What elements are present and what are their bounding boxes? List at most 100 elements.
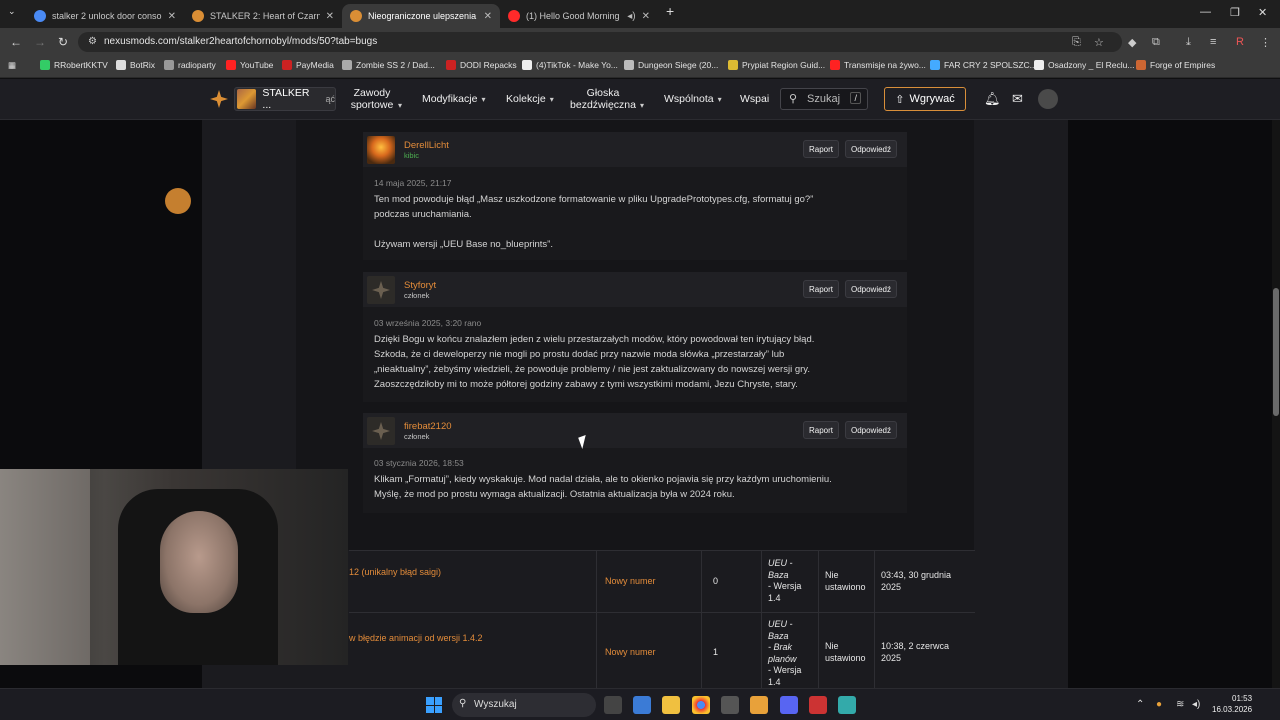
game-selector[interactable]: STALKER ... ąć (234, 87, 336, 111)
comment-header: Styforyt członek Raport Odpowiedź (363, 272, 907, 307)
nexus-logo-icon[interactable] (210, 90, 228, 108)
bookmark-item[interactable]: BotRix (116, 60, 155, 70)
apps-icon[interactable]: ▦ (8, 60, 16, 71)
bookmark-item[interactable]: (4)TikTok - Make Yo... (522, 60, 618, 70)
comment-author[interactable]: firebat2120 (404, 421, 452, 432)
reply-button[interactable]: Odpowiedź (845, 140, 897, 158)
scrollbar-thumb[interactable] (1273, 288, 1279, 416)
browser-tab-3[interactable]: Nieograniczone ulepszenia sprz ✕ (342, 4, 500, 28)
wifi-icon[interactable]: ≋ (1176, 699, 1184, 710)
browser-tab-4[interactable]: (1) Hello Good Morning (Re ◂) ✕ (500, 4, 658, 28)
url-bar[interactable]: ⚙ nexusmods.com/stalker2heartofchornobyl… (78, 32, 1122, 52)
bookmark-item[interactable]: Dungeon Siege (20... (624, 60, 718, 70)
profile-icon[interactable]: R (1236, 36, 1244, 48)
discord-icon[interactable] (780, 696, 798, 714)
bookmark-item[interactable]: DODI Repacks (446, 60, 517, 70)
comment-role: członek (404, 291, 430, 300)
reload-icon[interactable]: ↻ (58, 35, 68, 49)
nav-media[interactable]: Głoska bezdźwięczna ▾ (570, 87, 644, 112)
reply-button[interactable]: Odpowiedź (845, 280, 897, 298)
bell-icon[interactable]: 🔔︎ (984, 91, 1001, 107)
site-search[interactable]: ⚲ Szukaj / (780, 88, 868, 110)
bookmark-item[interactable]: FAR CRY 2 SPOLSZC... (930, 60, 1037, 70)
close-tab-icon[interactable]: ✕ (642, 11, 650, 22)
translate-icon[interactable]: ⎘ (1072, 36, 1081, 49)
media-icon[interactable]: ≡ (1210, 36, 1216, 48)
report-button[interactable]: Raport (803, 280, 839, 298)
search-icon: ⚲ (459, 698, 467, 709)
system-clock[interactable]: 01:53 16.03.2026 (1212, 693, 1252, 715)
audio-icon[interactable]: ◂) (627, 11, 635, 22)
new-tab-icon[interactable]: + (666, 3, 674, 19)
widgets-icon[interactable] (633, 696, 651, 714)
extension-icon[interactable]: ◆ (1128, 36, 1136, 49)
chrome-icon[interactable] (692, 696, 710, 714)
chevron-down-icon: ▾ (398, 101, 403, 110)
forward-icon[interactable]: → (34, 35, 46, 49)
task-view-icon[interactable] (604, 696, 622, 714)
nav-support[interactable]: Wspai (740, 93, 769, 105)
windows-start-icon[interactable] (426, 697, 442, 713)
volume-icon[interactable]: ◂) (1192, 699, 1200, 710)
app-icon[interactable] (838, 696, 856, 714)
bug-priority: Nie ustawiono (825, 641, 866, 663)
tray-overflow-icon[interactable]: ⌃ (1136, 699, 1144, 710)
back-icon[interactable]: ← (10, 35, 22, 49)
bookmark-item[interactable]: Zombie SS 2 / Dad... (342, 60, 435, 70)
restore-icon[interactable]: ❐ (1230, 6, 1240, 19)
browser-tab-1[interactable]: stalker 2 unlock door console c ✕ (26, 4, 184, 28)
bug-title-link[interactable]: w błędzie animacji od wersji 1.4.2 (349, 633, 483, 645)
reply-button[interactable]: Odpowiedź (845, 421, 897, 439)
tab-search-icon[interactable]: ⌄ (8, 6, 16, 17)
avatar[interactable] (367, 417, 395, 445)
download-icon[interactable]: ⤓ (1186, 36, 1191, 49)
comment-date: 03 września 2025, 3:20 rano (374, 318, 482, 328)
steam-icon[interactable] (721, 696, 739, 714)
upload-button[interactable]: ⇧ Wgrywać (884, 87, 966, 111)
mail-icon[interactable]: ✉ (1012, 91, 1023, 107)
report-button[interactable]: Raport (803, 140, 839, 158)
nav-sports[interactable]: Zawody sportowe ▾ (350, 87, 402, 112)
bookmark-item[interactable]: Prypiat Region Guid... (728, 60, 825, 70)
chevron-down-icon: ▾ (640, 101, 645, 110)
puzzle-icon[interactable]: ⧉ (1152, 36, 1160, 49)
taskbar-search[interactable]: ⚲ Wyszukaj (452, 693, 596, 717)
bookmark-star-icon[interactable]: ☆ (1094, 36, 1104, 49)
bookmark-item[interactable]: radioparty (164, 60, 216, 70)
nav-collections[interactable]: Kolekcje ▾ (506, 93, 554, 106)
nav-mods[interactable]: Modyfikacje ▾ (422, 93, 485, 106)
game-launcher-icon[interactable] (750, 696, 768, 714)
close-tab-icon[interactable]: ✕ (168, 11, 176, 22)
floating-orb-icon (165, 188, 191, 214)
bookmark-item[interactable]: Transmisje na żywo... (830, 60, 926, 70)
bookmark-favicon-icon (522, 60, 532, 70)
file-explorer-icon[interactable] (662, 696, 680, 714)
avatar[interactable] (367, 136, 395, 164)
comment-author[interactable]: DerellLicht (404, 140, 449, 151)
site-info-icon[interactable]: ⚙ (88, 36, 97, 47)
menu-icon[interactable]: ⋮ (1260, 36, 1271, 49)
bookmark-item[interactable]: Forge of Empires (1136, 60, 1215, 70)
report-button[interactable]: Raport (803, 421, 839, 439)
page-scrollbar[interactable] (1272, 120, 1280, 688)
bookmark-item[interactable]: PayMedia (282, 60, 334, 70)
bookmark-favicon-icon (624, 60, 634, 70)
bookmark-item[interactable]: Osadzony _ El Reclu... (1034, 60, 1134, 70)
minimize-icon[interactable]: — (1200, 6, 1211, 18)
bookmark-item[interactable]: YouTube (226, 60, 273, 70)
close-tab-icon[interactable]: ✕ (326, 11, 334, 22)
user-avatar[interactable] (1038, 89, 1058, 109)
close-tab-icon[interactable]: ✕ (484, 11, 492, 22)
bookmark-item[interactable]: RRobertKKTV (40, 60, 108, 70)
table-row[interactable]: 12 (unikalny błąd saigi) Nowy numer 0 UE… (349, 550, 975, 612)
app-icon[interactable] (809, 696, 827, 714)
comment-author[interactable]: Styforyt (404, 280, 436, 291)
table-row[interactable]: w błędzie animacji od wersji 1.4.2 Nowy … (349, 612, 975, 688)
bug-replies: 1 (713, 647, 719, 657)
nav-community[interactable]: Wspólnota ▾ (664, 93, 722, 106)
mic-icon[interactable]: ● (1156, 699, 1162, 710)
close-window-icon[interactable]: ✕ (1258, 6, 1267, 19)
browser-tab-2[interactable]: STALKER 2: Heart of Czarnobyl ✕ (184, 4, 342, 28)
avatar[interactable] (367, 276, 395, 304)
bug-title-link[interactable]: 12 (unikalny błąd saigi) (349, 567, 441, 579)
